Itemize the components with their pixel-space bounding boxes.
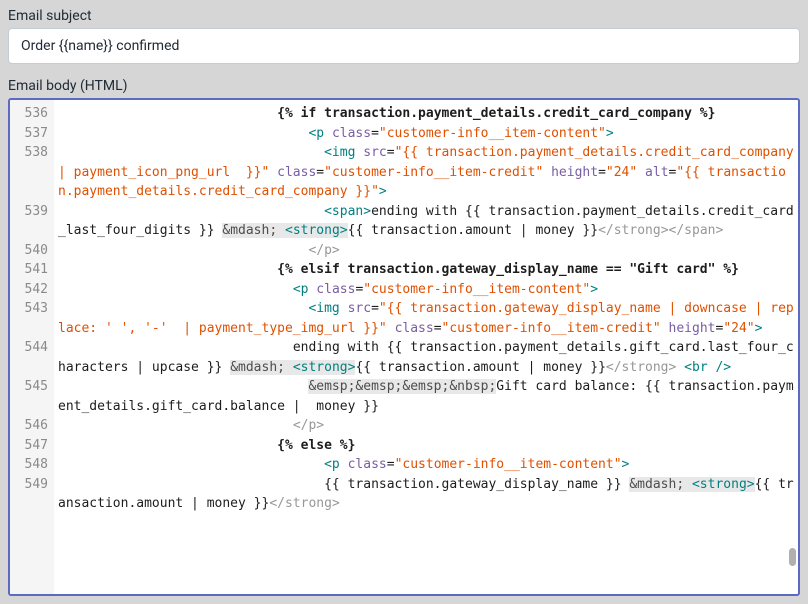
email-body-label: Email body (HTML)	[8, 78, 800, 94]
editor-code-area[interactable]: {% if transaction.payment_details.credit…	[54, 100, 798, 594]
code-line: {{ transaction.gateway_display_name }} &…	[58, 475, 794, 514]
code-line: {% if transaction.payment_details.credit…	[58, 104, 794, 124]
email-subject-input[interactable]	[8, 28, 800, 64]
editor-scrollbar-thumb[interactable]	[789, 548, 796, 566]
code-line: <p class="customer-info__item-content">	[58, 455, 794, 475]
code-line: <span>ending with {{ transaction.payment…	[58, 202, 794, 241]
code-line: {% else %}	[58, 436, 794, 456]
code-line: </p>	[58, 241, 794, 261]
email-subject-label: Email subject	[8, 8, 800, 24]
code-line: {% elsif transaction.gateway_display_nam…	[58, 260, 794, 280]
editor-scrollbar-track[interactable]	[786, 102, 796, 592]
code-line: <p class="customer-info__item-content">	[58, 280, 794, 300]
code-line: ending with {{ transaction.payment_detai…	[58, 338, 794, 377]
code-line: <p class="customer-info__item-content">	[58, 124, 794, 144]
editor-gutter: 5365375385395405415425435445455465475485…	[10, 100, 54, 594]
code-line: &emsp;&emsp;&emsp;&nbsp;Gift card balanc…	[58, 377, 794, 416]
email-body-editor[interactable]: 5365375385395405415425435445455465475485…	[8, 98, 800, 596]
code-line: <img src="{{ transaction.payment_details…	[58, 143, 794, 202]
code-line: </p>	[58, 416, 794, 436]
code-line: <img src="{{ transaction.gateway_display…	[58, 299, 794, 338]
